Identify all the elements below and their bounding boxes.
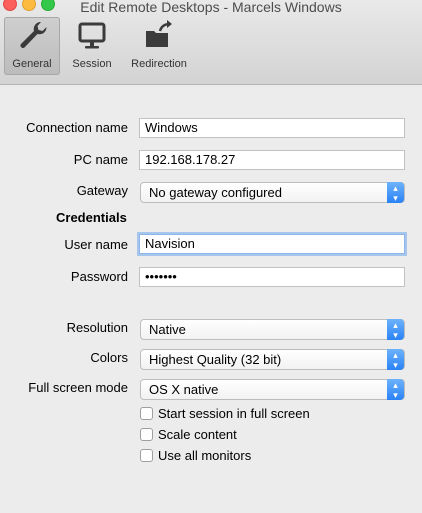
gateway-select[interactable]: No gateway configured ▴ ▾: [140, 182, 405, 203]
monitor-icon: [78, 22, 106, 49]
connection-name-field[interactable]: Windows: [139, 118, 405, 138]
checkbox-label: Start session in full screen: [158, 406, 310, 421]
resolution-select-value: Native: [149, 322, 186, 337]
pc-name-label: PC name: [73, 152, 128, 167]
tab-general[interactable]: General: [4, 17, 60, 75]
chevron-up-down-icon: ▴ ▾: [387, 349, 404, 370]
tab-general-label: General: [12, 58, 52, 70]
wrench-icon: [20, 21, 47, 49]
chevron-up-down-icon: ▴ ▾: [387, 379, 404, 400]
chevron-up-down-icon: ▴ ▾: [387, 182, 404, 203]
colors-label: Colors: [90, 350, 128, 365]
start-session-fullscreen-checkbox[interactable]: Start session in full screen: [140, 406, 310, 421]
gateway-select-value: No gateway configured: [149, 185, 282, 200]
pc-name-field[interactable]: 192.168.178.27: [139, 150, 405, 170]
full-screen-mode-select-value: OS X native: [149, 382, 219, 397]
checkbox-box[interactable]: [140, 428, 153, 442]
full-screen-mode-label: Full screen mode: [28, 380, 128, 395]
connection-name-label: Connection name: [26, 120, 128, 135]
tab-session-label: Session: [72, 58, 112, 70]
window-title: Edit Remote Desktops - Marcels Windows: [80, 0, 342, 15]
tab-redirection-label: Redirection: [131, 58, 187, 70]
resolution-label: Resolution: [66, 320, 128, 335]
use-all-monitors-checkbox[interactable]: Use all monitors: [140, 448, 251, 463]
title-bar: Edit Remote Desktops - Marcels Windows G…: [0, 0, 422, 85]
full-screen-mode-select[interactable]: OS X native ▴ ▾: [140, 379, 405, 400]
password-label: Password: [70, 269, 128, 284]
colors-select[interactable]: Highest Quality (32 bit) ▴ ▾: [140, 349, 405, 370]
colors-select-value: Highest Quality (32 bit): [149, 352, 282, 367]
password-field[interactable]: •••••••: [139, 267, 405, 287]
folder-share-icon: [146, 20, 172, 47]
gateway-label: Gateway: [76, 183, 128, 198]
checkbox-box[interactable]: [140, 449, 153, 463]
chevron-up-down-icon: ▴ ▾: [387, 319, 404, 340]
user-name-field[interactable]: Navision: [139, 234, 405, 254]
checkbox-label: Use all monitors: [158, 448, 252, 463]
credentials-heading: Credentials: [56, 210, 127, 225]
checkbox-box[interactable]: [140, 407, 153, 421]
edit-remote-desktops-window: Edit Remote Desktops - Marcels Windows G…: [0, 0, 422, 513]
resolution-select[interactable]: Native ▴ ▾: [140, 319, 405, 340]
user-name-label: User name: [64, 237, 128, 252]
checkbox-label: Scale content: [158, 427, 237, 442]
tab-redirection[interactable]: Redirection: [126, 17, 192, 75]
scale-content-checkbox[interactable]: Scale content: [140, 427, 237, 442]
tab-session[interactable]: Session: [64, 17, 120, 75]
